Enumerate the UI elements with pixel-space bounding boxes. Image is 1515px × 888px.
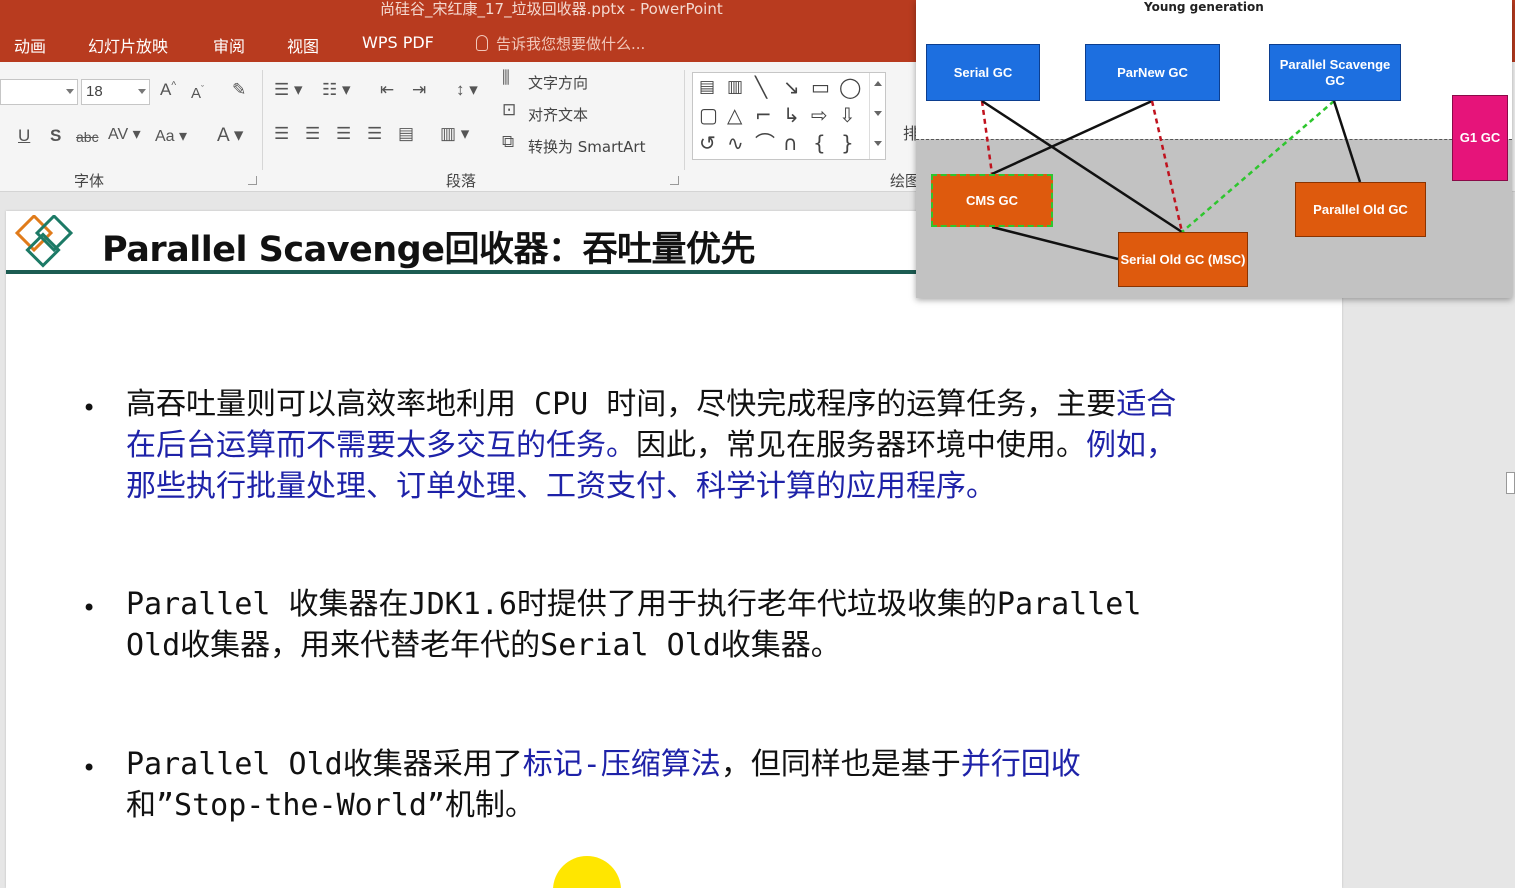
arc-shape-icon[interactable]: ⌒ bbox=[755, 133, 775, 153]
increase-indent-icon[interactable]: ⇥ bbox=[412, 80, 426, 100]
cms-gc-node: CMS GC bbox=[931, 174, 1053, 227]
bullet-text-2[interactable]: Parallel 收集器在JDK1.6时提供了用于执行老年代垃圾收集的Paral… bbox=[126, 584, 1198, 666]
group-separator bbox=[684, 70, 685, 170]
font-color-icon[interactable]: A ▾ bbox=[217, 124, 243, 147]
gallery-more-icon[interactable] bbox=[874, 141, 882, 146]
triangle-shape-icon[interactable]: △ bbox=[727, 105, 742, 125]
highlighted-text-run: 并行回收 bbox=[960, 747, 1081, 782]
down-arrow-shape-icon[interactable]: ⇩ bbox=[839, 105, 856, 125]
font-size-input[interactable]: 18 bbox=[81, 79, 150, 105]
scroll-up-icon[interactable] bbox=[874, 81, 882, 86]
convert-smartart-button[interactable]: 转换为 SmartArt bbox=[528, 136, 645, 157]
font-group-label: 字体 bbox=[74, 172, 105, 190]
slide-title[interactable]: Parallel Scavenge回收器：吞吐量优先 bbox=[102, 221, 755, 272]
bullets-icon[interactable]: ☰ ▾ bbox=[274, 80, 303, 100]
freeform-shape-icon[interactable]: ↺ bbox=[699, 133, 716, 153]
strikethrough-icon[interactable]: abc bbox=[76, 129, 99, 145]
text-run: ，但同样也是基于 bbox=[720, 747, 961, 782]
elbow-connector-shape-icon[interactable]: ⌐ bbox=[755, 105, 772, 125]
align-text-button[interactable]: 对齐文本 bbox=[528, 104, 588, 125]
bullet-marker: • bbox=[82, 754, 97, 782]
right-brace-shape-icon[interactable]: } bbox=[841, 133, 854, 153]
distributed-icon[interactable]: ▤ bbox=[398, 124, 414, 144]
diamond-logo-icon bbox=[14, 215, 74, 268]
parallel-old-gc-node: Parallel Old GC bbox=[1295, 182, 1426, 237]
tab-view[interactable]: 视图 bbox=[287, 33, 319, 57]
line-spacing-icon[interactable]: ↕ ▾ bbox=[456, 80, 478, 100]
decrease-indent-icon[interactable]: ⇤ bbox=[380, 80, 394, 100]
line-shape-icon[interactable]: ╲ bbox=[755, 77, 767, 97]
text-run: 高吞吐量则可以高效率地利用 CPU 时间，尽快完成程序的运算任务，主要 bbox=[126, 387, 1117, 422]
text-run: 因此，常见在服务器环境中使用。 bbox=[636, 428, 1086, 463]
rounded-rectangle-shape-icon[interactable]: ▢ bbox=[699, 105, 718, 125]
parallel-scavenge-gc-node: Parallel Scavenge GC bbox=[1269, 44, 1401, 101]
change-case-icon[interactable]: Aa ▾ bbox=[155, 126, 187, 146]
tell-me-search[interactable]: 告诉我您想要做什么... bbox=[476, 33, 645, 54]
scribble-shape-icon[interactable]: ∿ bbox=[727, 133, 744, 153]
font-dialog-launcher-icon[interactable] bbox=[248, 176, 257, 185]
align-center-icon[interactable]: ☰ bbox=[305, 124, 320, 144]
group-separator bbox=[262, 70, 263, 170]
grow-font-icon[interactable]: A^ bbox=[160, 80, 176, 100]
text-direction-button[interactable]: 文字方向 bbox=[528, 72, 588, 93]
numbering-icon[interactable]: ☷ ▾ bbox=[322, 80, 351, 100]
paragraph-dialog-launcher-icon[interactable] bbox=[670, 176, 679, 185]
gc-diagram-overlay: Young generation Serial GC ParNew GC Par… bbox=[916, 0, 1512, 298]
align-text-icon[interactable]: ⊡ bbox=[502, 100, 516, 120]
arrow-line-shape-icon[interactable]: ↘ bbox=[783, 77, 800, 97]
tab-wps-pdf[interactable]: WPS PDF bbox=[362, 33, 434, 52]
smartart-icon[interactable]: ⧉ bbox=[502, 132, 514, 152]
serial-gc-node: Serial GC bbox=[926, 44, 1040, 101]
lightbulb-icon bbox=[476, 35, 488, 51]
document-title: 尚硅谷_宋红康_17_垃圾回收器.pptx - PowerPoint bbox=[380, 0, 723, 18]
shadow-icon[interactable]: S bbox=[50, 126, 61, 146]
left-brace-shape-icon[interactable]: { bbox=[813, 133, 826, 153]
text-run: Parallel 收集器在JDK1.6时提供了用于执行老年代垃圾收集的Paral… bbox=[126, 587, 1142, 663]
shrink-font-icon[interactable]: Aˇ bbox=[191, 84, 204, 102]
shapes-gallery-scroll[interactable] bbox=[869, 73, 885, 159]
align-left-icon[interactable]: ☰ bbox=[274, 124, 289, 144]
bullet-marker: • bbox=[82, 394, 97, 422]
elbow-arrow-shape-icon[interactable]: ↳ bbox=[783, 105, 800, 125]
align-right-icon[interactable]: ☰ bbox=[336, 124, 351, 144]
parnew-gc-node: ParNew GC bbox=[1085, 44, 1220, 101]
clear-formatting-icon[interactable]: ✎ bbox=[232, 80, 246, 100]
curve-shape-icon[interactable]: ∩ bbox=[783, 133, 798, 153]
shapes-gallery[interactable]: ▤ ▥ ╲ ↘ ▭ ◯ ▢ △ ⌐ ↳ ⇨ ⇩ ↺ ∿ ⌒ ∩ { } bbox=[692, 72, 886, 160]
tab-animations[interactable]: 动画 bbox=[14, 33, 46, 57]
rectangle-shape-icon[interactable]: ▭ bbox=[811, 77, 830, 97]
text-direction-icon[interactable]: ⫼ bbox=[502, 68, 510, 88]
vertical-scrollbar-thumb[interactable] bbox=[1506, 472, 1515, 494]
justify-icon[interactable]: ☰ bbox=[367, 124, 382, 144]
powerpoint-window: 尚硅谷_宋红康_17_垃圾回收器.pptx - PowerPoint 动画 幻灯… bbox=[0, 0, 1515, 888]
text-run: 和”Stop-the-World”机制。 bbox=[126, 788, 535, 823]
font-size-value: 18 bbox=[86, 83, 103, 100]
underline-icon[interactable]: U bbox=[18, 126, 30, 146]
tab-slideshow[interactable]: 幻灯片放映 bbox=[88, 33, 168, 57]
oval-shape-icon[interactable]: ◯ bbox=[839, 77, 861, 97]
bullet-text-3[interactable]: Parallel Old收集器采用了标记-压缩算法，但同样也是基于并行回收和”S… bbox=[126, 744, 1198, 826]
highlighted-text-run: 标记-压缩算法 bbox=[522, 747, 721, 782]
tab-review[interactable]: 审阅 bbox=[213, 33, 245, 57]
textbox-shape-icon[interactable]: ▤ bbox=[699, 77, 715, 97]
columns-icon[interactable]: ▥ ▾ bbox=[440, 124, 469, 144]
right-arrow-shape-icon[interactable]: ⇨ bbox=[811, 105, 828, 125]
g1-gc-node: G1 GC bbox=[1452, 95, 1508, 181]
slide-canvas[interactable]: Parallel Scavenge回收器：吞吐量优先 • 高吞吐量则可以高效率地… bbox=[6, 211, 1342, 888]
scroll-down-icon[interactable] bbox=[874, 111, 882, 116]
text-run: Parallel Old收集器采用了 bbox=[126, 747, 523, 782]
vertical-textbox-shape-icon[interactable]: ▥ bbox=[727, 77, 743, 97]
character-spacing-icon[interactable]: AV ▾ bbox=[108, 124, 141, 144]
font-name-input[interactable] bbox=[0, 79, 78, 105]
bullet-text-1[interactable]: 高吞吐量则可以高效率地利用 CPU 时间，尽快完成程序的运算任务，主要适合在后台… bbox=[126, 384, 1198, 507]
bullet-marker: • bbox=[82, 594, 97, 622]
paragraph-group-label: 段落 bbox=[446, 172, 477, 190]
tell-me-placeholder: 告诉我您想要做什么... bbox=[496, 35, 646, 53]
serial-old-gc-node: Serial Old GC (MSC) bbox=[1118, 232, 1248, 287]
